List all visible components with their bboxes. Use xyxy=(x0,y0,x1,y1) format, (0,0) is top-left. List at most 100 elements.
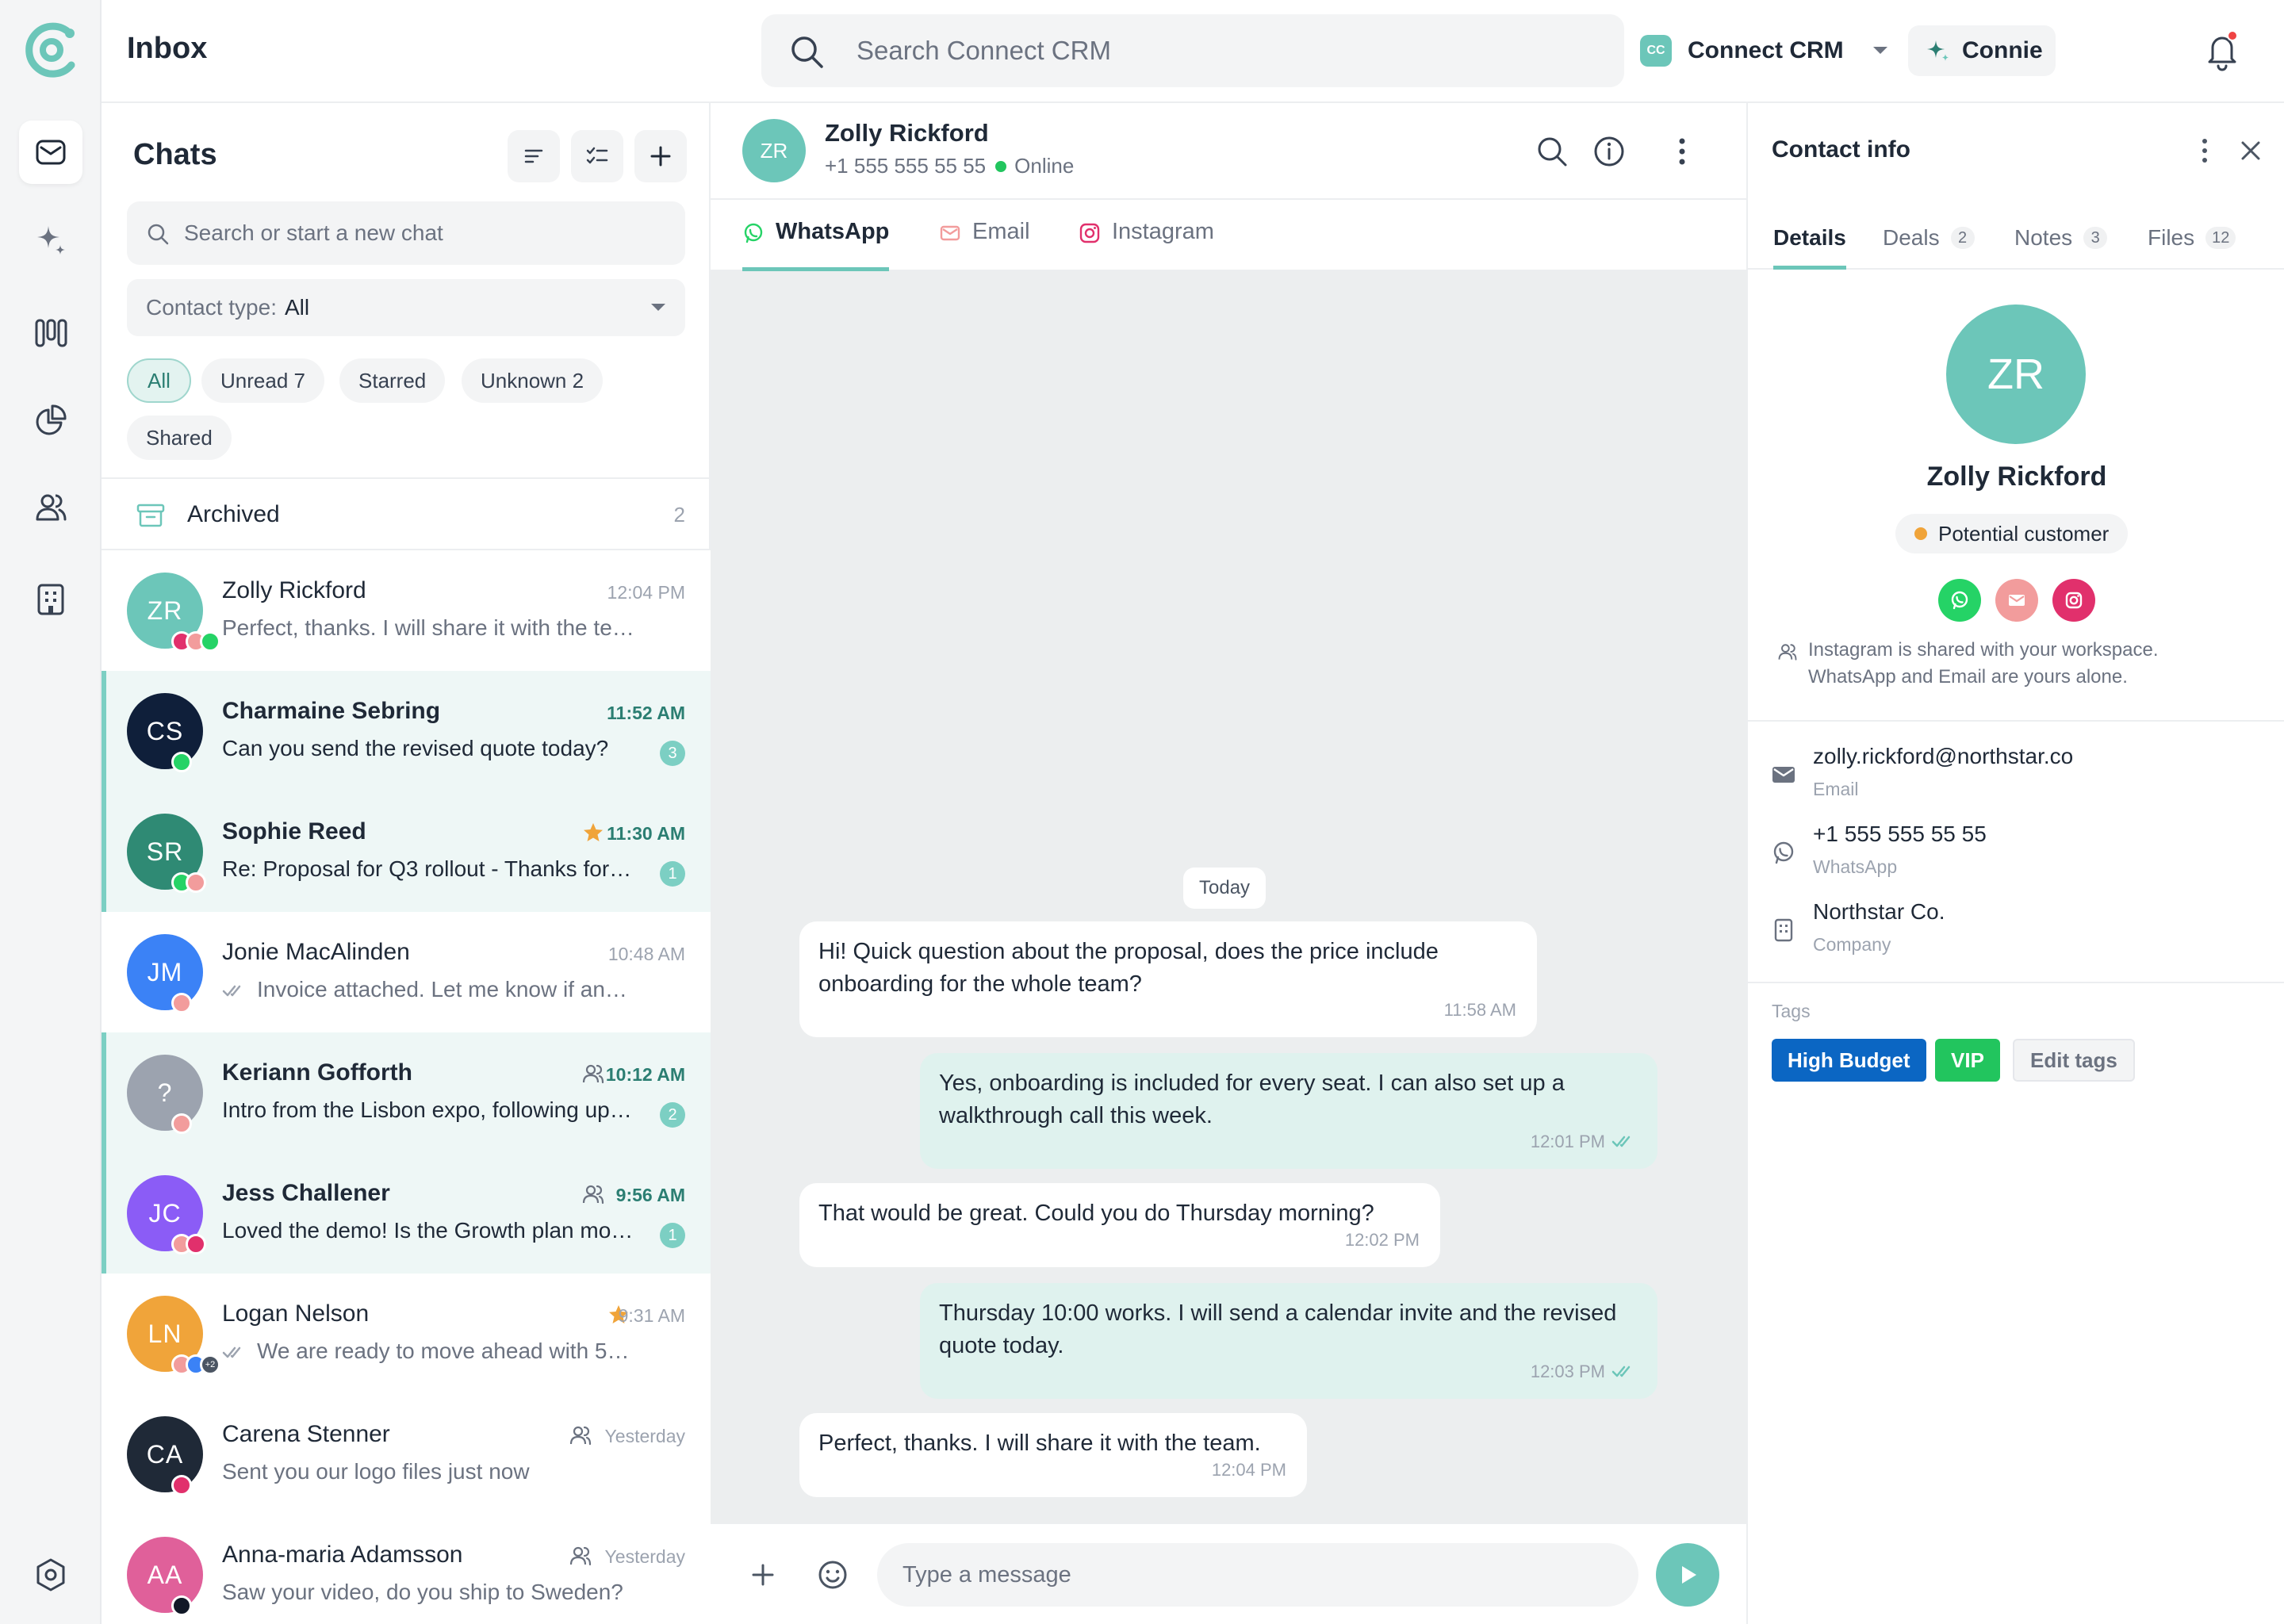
chat-name: Sophie Reed xyxy=(222,818,366,845)
email-channel-button[interactable] xyxy=(1995,579,2038,622)
global-search-input[interactable] xyxy=(856,14,1570,87)
time-text: 12:03 PM xyxy=(1530,1362,1605,1381)
new-chat-button[interactable] xyxy=(634,130,687,182)
global-search[interactable] xyxy=(761,14,1624,87)
message-incoming[interactable]: That would be great. Could you do Thursd… xyxy=(799,1183,1440,1267)
channel-badges xyxy=(171,1113,192,1134)
nav-inbox[interactable] xyxy=(19,121,82,184)
nav-ai[interactable] xyxy=(19,208,82,271)
detail-company[interactable]: Northstar Co. Company xyxy=(1748,899,2284,971)
search-icon[interactable] xyxy=(1534,133,1570,170)
nav-companies[interactable] xyxy=(19,568,82,631)
detail-whatsapp[interactable]: +1 555 555 55 55 WhatsApp xyxy=(1748,822,2284,893)
pipeline-icon xyxy=(35,319,67,347)
email-badge-icon xyxy=(171,993,192,1013)
message-outgoing[interactable]: Yes, onboarding is included for every se… xyxy=(920,1053,1657,1169)
bell-icon xyxy=(2208,36,2236,71)
chat-search[interactable] xyxy=(127,201,685,265)
contact-status-badge[interactable]: Potential customer xyxy=(1895,514,2129,553)
emoji-icon[interactable] xyxy=(815,1557,850,1592)
shared-users-icon xyxy=(582,1064,604,1084)
filter-shared[interactable]: Shared xyxy=(127,416,232,460)
day-separator: Today xyxy=(1183,868,1267,909)
nav-reports[interactable] xyxy=(19,389,82,452)
chat-list-item[interactable]: SR Sophie Reed 11:30 AM Re: Proposal for… xyxy=(102,791,711,912)
tab-deals[interactable]: Deals 2 xyxy=(1883,225,1975,270)
close-icon[interactable] xyxy=(2235,135,2267,167)
channel-badges xyxy=(171,752,192,772)
contact-info-tabs: Details Deals 2 Notes 3 Files 12 xyxy=(1748,198,2284,270)
filter-starred[interactable]: Starred xyxy=(339,358,446,403)
message-time: 12:01 PM xyxy=(1531,1125,1637,1158)
tab-email[interactable]: Email xyxy=(939,219,1030,271)
chat-list-item[interactable]: AA Anna-maria Adamsson Yesterday Saw you… xyxy=(102,1515,711,1624)
filter-unread[interactable]: Unread 7 xyxy=(201,358,324,403)
channel-badges xyxy=(171,1475,192,1496)
assistant-button[interactable]: Connie xyxy=(1908,25,2056,76)
unread-indicator xyxy=(102,791,106,912)
chat-list-item[interactable]: LN +2 Logan Nelson 9:31 AM We are ready … xyxy=(102,1274,711,1394)
star-icon[interactable] xyxy=(581,820,606,845)
whatsapp-icon xyxy=(1951,591,1968,610)
nav-settings[interactable] xyxy=(19,1543,82,1607)
chat-list-item[interactable]: ZR Zolly Rickford 12:04 PM Perfect, than… xyxy=(102,550,711,671)
tab-whatsapp[interactable]: WhatsApp xyxy=(742,219,890,271)
filter-all[interactable]: All xyxy=(127,358,191,403)
chat-list-item[interactable]: JC Jess Challener 9:56 AM Loved the demo… xyxy=(102,1153,711,1274)
message-incoming[interactable]: Perfect, thanks. I will share it with th… xyxy=(799,1413,1307,1497)
sort-icon xyxy=(524,149,543,163)
time-text: 12:02 PM xyxy=(1344,1230,1420,1250)
select-button[interactable] xyxy=(571,130,623,182)
time-text: 11:58 AM xyxy=(1443,1000,1516,1020)
nav-pipeline[interactable] xyxy=(19,301,82,365)
archived-row[interactable]: Archived 2 xyxy=(102,477,711,550)
instagram-channel-button[interactable] xyxy=(2052,579,2095,622)
shared-users-icon xyxy=(1778,644,1797,661)
chat-list-item[interactable]: CA Carena Stenner Yesterday Sent you our… xyxy=(102,1394,711,1515)
chat-list-item[interactable]: ? Keriann Gofforth 10:12 AM Intro from t… xyxy=(102,1032,711,1153)
contact-type-select[interactable]: Contact type: All xyxy=(127,279,685,336)
chat-preview: Re: Proposal for Q3 rollout - Thanks for… xyxy=(222,856,634,881)
nav-contacts[interactable] xyxy=(19,476,82,539)
whatsapp-channel-button[interactable] xyxy=(1938,579,1981,622)
detail-email[interactable]: zolly.rickford@northstar.co Email xyxy=(1748,744,2284,815)
chat-time: 11:30 AM xyxy=(607,823,685,844)
channel-badges xyxy=(171,993,192,1013)
notifications-button[interactable] xyxy=(2198,27,2246,75)
contact-avatar[interactable]: ZR xyxy=(742,119,806,182)
more-vertical-icon[interactable] xyxy=(2189,135,2221,167)
tab-label: Instagram xyxy=(1112,219,1214,244)
message-outgoing[interactable]: Thursday 10:00 works. I will send a cale… xyxy=(920,1283,1657,1399)
double-check-icon xyxy=(1611,1365,1631,1377)
tag-high-budget[interactable]: High Budget xyxy=(1772,1039,1926,1082)
tab-files[interactable]: Files 12 xyxy=(2148,225,2236,270)
chat-time: 11:52 AM xyxy=(607,703,685,723)
chat-name: Logan Nelson xyxy=(222,1300,370,1327)
chat-list-item[interactable]: JM Jonie MacAlinden 10:48 AM Invoice att… xyxy=(102,912,711,1032)
sort-button[interactable] xyxy=(508,130,560,182)
edit-tags-button[interactable]: Edit tags xyxy=(2013,1039,2135,1082)
workspace-switcher[interactable]: CC Connect CRM xyxy=(1640,27,1890,75)
chat-list-item[interactable]: CS Charmaine Sebring 11:52 AM Can you se… xyxy=(102,671,711,791)
tab-label: WhatsApp xyxy=(776,219,890,244)
tab-details[interactable]: Details xyxy=(1773,225,1846,270)
message-text: Yes, onboarding is included for every se… xyxy=(939,1071,1565,1128)
message-incoming[interactable]: Hi! Quick question about the proposal, d… xyxy=(799,921,1537,1037)
more-vertical-icon[interactable] xyxy=(1664,133,1700,170)
plus-icon[interactable] xyxy=(745,1557,780,1592)
unread-count: 1 xyxy=(660,1223,685,1248)
send-button[interactable] xyxy=(1656,1543,1719,1607)
search-icon xyxy=(791,36,823,68)
tag-vip[interactable]: VIP xyxy=(1935,1039,2000,1082)
chat-search-input[interactable] xyxy=(184,201,660,265)
tab-instagram[interactable]: Instagram xyxy=(1079,219,1214,271)
detail-value: Northstar Co. xyxy=(1813,899,1945,924)
filter-unknown[interactable]: Unknown 2 xyxy=(462,358,604,403)
message-time: 12:02 PM xyxy=(1345,1224,1420,1256)
message-list[interactable]: Today Hi! Quick question about the propo… xyxy=(711,271,1746,1522)
tab-notes[interactable]: Notes 3 xyxy=(2014,225,2108,270)
message-input[interactable] xyxy=(877,1543,1638,1607)
info-icon[interactable] xyxy=(1591,133,1627,170)
app-logo-icon[interactable] xyxy=(19,17,84,82)
detail-label: Email xyxy=(1813,779,1859,799)
